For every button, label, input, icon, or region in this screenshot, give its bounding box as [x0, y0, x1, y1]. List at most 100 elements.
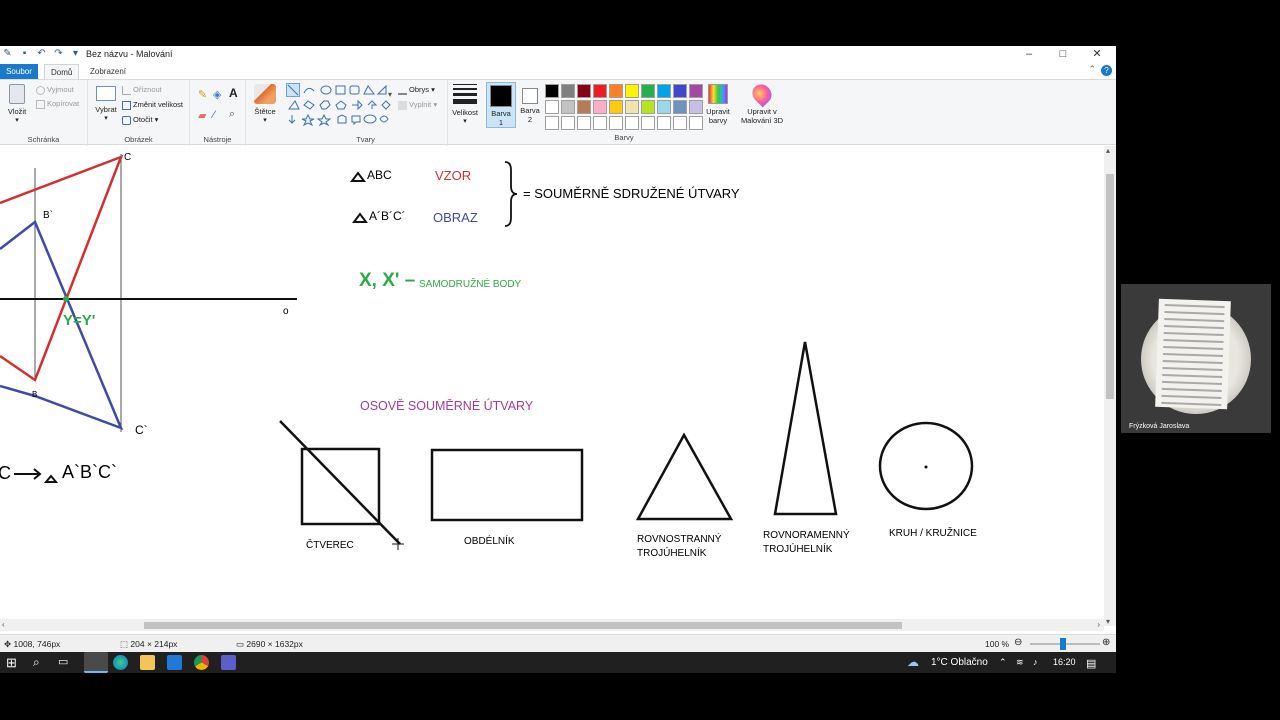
zoom-out-icon[interactable]: ⊖ [1014, 637, 1022, 648]
color2-button[interactable]: Barva 2 [516, 82, 544, 128]
color-swatch[interactable] [625, 100, 639, 114]
edit-colors-button[interactable]: Upravit barvy [703, 84, 733, 125]
color-swatch[interactable] [609, 116, 623, 130]
redo-icon[interactable]: ↷ [53, 48, 64, 59]
color-swatch[interactable] [689, 116, 703, 130]
shapes-scroll-icon[interactable]: ▾ [388, 90, 392, 99]
select-button[interactable]: Vybrat ▾ [92, 84, 120, 122]
file-explorer-icon[interactable] [140, 655, 155, 670]
symmetric-shapes-heading: OSOVĚ SOUMĚRNÉ ÚTVARY [360, 399, 534, 413]
edit-in-paint3d-button[interactable]: Upravit v Malování 3D [738, 80, 786, 125]
tab-file[interactable]: Soubor [0, 64, 38, 79]
scroll-left-icon[interactable]: ‹ [2, 620, 5, 629]
color-swatch[interactable] [577, 100, 591, 114]
fill-button[interactable]: Vyplnit ▾ [398, 100, 437, 110]
color-swatch[interactable] [545, 116, 559, 130]
tab-view[interactable]: Zobrazení [84, 64, 132, 79]
color-swatch[interactable] [593, 116, 607, 130]
color1-button[interactable]: Barva 1 [486, 82, 516, 128]
color-swatch[interactable] [577, 84, 591, 98]
color-picker-icon[interactable]: ⁄ [213, 109, 215, 121]
color-swatch[interactable] [561, 116, 575, 130]
chrome-icon[interactable] [194, 655, 209, 670]
clock[interactable]: 16:20 [1053, 657, 1076, 667]
scroll-up-icon[interactable]: ▴ [1106, 146, 1110, 155]
color-swatch[interactable] [641, 116, 655, 130]
shapes-gallery[interactable] [286, 83, 396, 127]
maximize-button[interactable]: □ [1046, 46, 1080, 63]
color-swatch[interactable] [609, 84, 623, 98]
color-swatch[interactable] [657, 84, 671, 98]
color-swatch[interactable] [673, 100, 687, 114]
scroll-down-icon[interactable]: ▾ [1106, 617, 1110, 626]
fill-icon [398, 100, 407, 110]
eraser-icon[interactable]: ▰ [198, 109, 206, 122]
color-swatch[interactable] [673, 116, 687, 130]
rotate-button[interactable]: Otočit ▾ [122, 115, 158, 125]
color-swatch[interactable] [609, 100, 623, 114]
crop-button[interactable]: Oříznout [122, 85, 162, 95]
color-swatch[interactable] [641, 84, 655, 98]
horizontal-scrollbar[interactable]: ‹ › [0, 619, 1104, 631]
magnifier-icon[interactable]: ⌕ [229, 108, 235, 121]
customize-quick-access-icon[interactable]: ▾ [70, 48, 81, 59]
vertical-scroll-thumb[interactable] [1106, 174, 1114, 399]
undo-icon[interactable]: ↶ [36, 48, 47, 59]
color-swatch[interactable] [593, 100, 607, 114]
tray-chevron-icon[interactable]: ⌃ [999, 657, 1007, 668]
ribbon-collapse-icon[interactable]: ⌃ [1088, 64, 1096, 75]
outline-button[interactable]: Obrys ▾ [398, 85, 435, 95]
color-swatch[interactable] [577, 116, 591, 130]
wifi-icon[interactable]: ≋ [1016, 657, 1024, 668]
copy-button[interactable]: Kopírovat [36, 99, 79, 109]
color-swatch[interactable] [657, 116, 671, 130]
color-swatch[interactable] [561, 100, 575, 114]
help-icon[interactable]: ? [1101, 65, 1112, 76]
fill-bucket-icon[interactable]: ◈ [213, 88, 221, 101]
color-swatch[interactable] [593, 84, 607, 98]
paint-taskbar-icon[interactable] [84, 652, 108, 673]
color-swatch[interactable] [689, 84, 703, 98]
text-tool-icon[interactable]: A [229, 86, 238, 100]
isosceles-label-2: TROJÚHELNÍK [763, 544, 833, 555]
color-swatch[interactable] [673, 84, 687, 98]
color-swatch[interactable] [657, 100, 671, 114]
equilateral-triangle-shape [635, 432, 734, 521]
tab-home[interactable]: Domů [44, 64, 80, 79]
minimize-button[interactable]: – [1012, 46, 1046, 63]
shapes-group: ▾ Obrys ▾ Vyplnit ▾ Tvary [284, 80, 448, 146]
zoom-in-icon[interactable]: ⊕ [1102, 637, 1110, 648]
drawing-canvas[interactable]: C B` Y=Y' B o C` C A`B`C` ABC A´B´C´ VZO… [0, 146, 1104, 626]
vertical-scrollbar[interactable]: ▴ ▾ [1104, 146, 1116, 626]
mail-icon[interactable] [167, 655, 182, 670]
scroll-right-icon[interactable]: › [1097, 620, 1100, 629]
size-button[interactable]: Velikost ▾ [450, 84, 480, 125]
zoom-slider-thumb[interactable] [1060, 638, 1066, 650]
paint3d-icon [748, 80, 776, 108]
color-swatch[interactable] [561, 84, 575, 98]
windows-start-icon[interactable]: ⊞ [6, 655, 17, 671]
close-button[interactable]: ✕ [1080, 46, 1114, 63]
weather-text[interactable]: 1°C Oblačno [931, 657, 988, 668]
cut-button[interactable]: Vyjmout [36, 85, 74, 95]
pencil-icon[interactable]: ✎ [198, 88, 207, 101]
color-swatch[interactable] [625, 116, 639, 130]
resize-button[interactable]: Změnit velikost [122, 100, 183, 110]
task-view-icon[interactable]: ▭ [58, 655, 68, 668]
color-swatch[interactable] [545, 84, 559, 98]
edge-browser-icon[interactable] [113, 655, 128, 670]
notifications-icon[interactable]: ▤ [1086, 657, 1096, 670]
triangle-abc-image-blue [0, 220, 124, 431]
color-swatch[interactable] [625, 84, 639, 98]
volume-icon[interactable]: ♪ [1033, 657, 1038, 667]
horizontal-scroll-thumb[interactable] [144, 622, 902, 629]
fixed-point-marker [63, 296, 69, 302]
color-swatch[interactable] [689, 100, 703, 114]
search-icon[interactable]: ⌕ [33, 655, 40, 670]
color-swatch[interactable] [641, 100, 655, 114]
teams-icon[interactable] [221, 655, 236, 670]
brushes-button[interactable]: Štětce ▾ [250, 84, 280, 124]
save-icon[interactable]: ▪ [19, 48, 30, 59]
color-swatch[interactable] [545, 100, 559, 114]
paste-button[interactable]: Vložit ▾ [4, 84, 30, 124]
